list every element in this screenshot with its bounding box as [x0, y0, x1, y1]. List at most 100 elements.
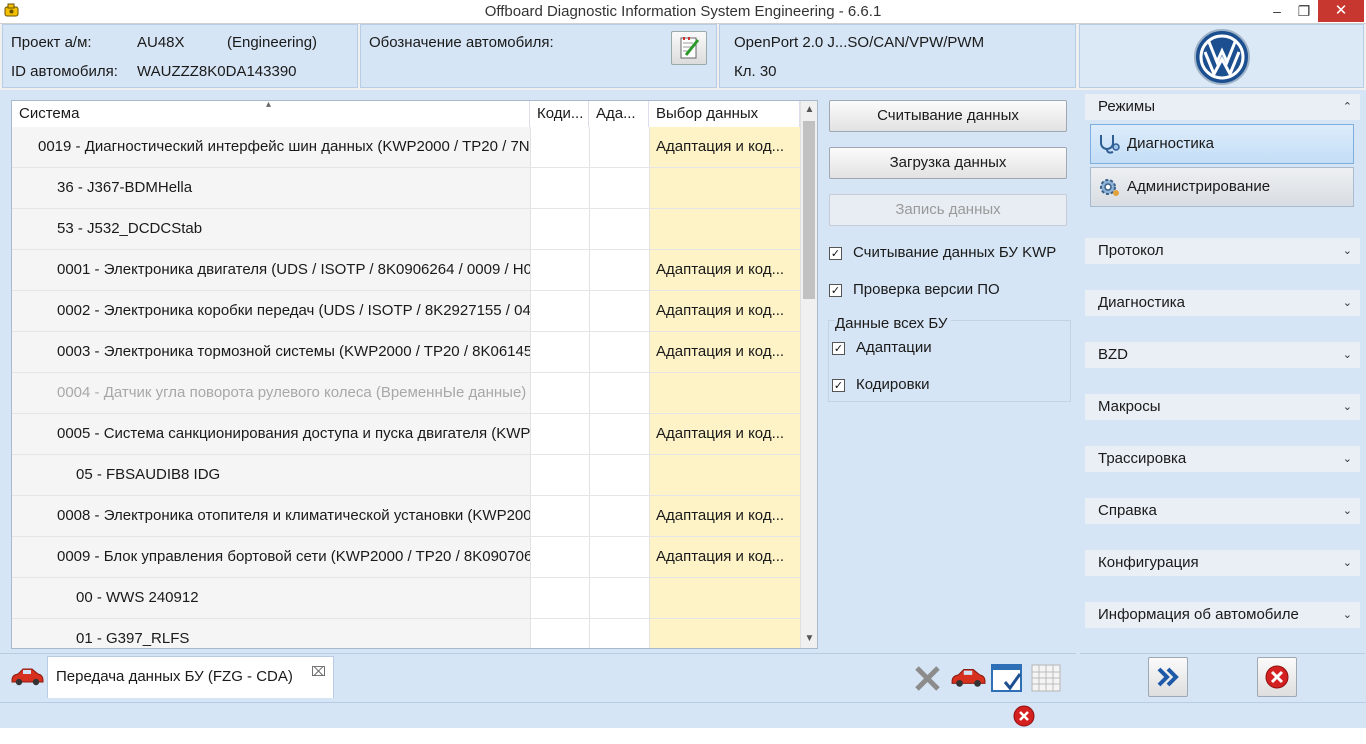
adaptations-checkbox[interactable]: ✓ — [832, 342, 845, 355]
adaptation-cell[interactable] — [589, 209, 649, 249]
column-header-adaptation[interactable]: Ада... — [589, 101, 649, 127]
read-ecu-kwp-checkbox[interactable]: ✓ — [829, 247, 842, 260]
column-header-coding[interactable]: Коди... — [530, 101, 589, 127]
coding-cell[interactable] — [530, 455, 589, 495]
data-selection-cell[interactable] — [649, 209, 800, 249]
adaptation-cell[interactable] — [589, 496, 649, 536]
write-data-button[interactable]: Запись данных — [829, 194, 1067, 226]
coding-cell[interactable] — [530, 373, 589, 413]
data-selection-cell[interactable] — [649, 168, 800, 208]
adaptation-cell[interactable] — [589, 332, 649, 372]
forward-button[interactable] — [1148, 657, 1188, 697]
sidebar-section-header[interactable]: Протокол ⌄ — [1085, 238, 1360, 264]
data-selection-cell[interactable] — [649, 578, 800, 618]
grid-table-icon[interactable] — [1030, 663, 1062, 693]
adaptation-cell[interactable] — [589, 578, 649, 618]
column-header-data-selection[interactable]: Выбор данных — [649, 101, 800, 127]
system-cell: 0001 - Электроника двигателя (UDS / ISOT… — [12, 250, 530, 290]
adaptation-cell[interactable] — [589, 373, 649, 413]
data-selection-cell[interactable]: Адаптация и код... — [649, 496, 800, 536]
adaptation-cell[interactable] — [589, 250, 649, 290]
system-cell: 0003 - Электроника тормозной системы (KW… — [12, 332, 530, 372]
adaptation-cell[interactable] — [589, 291, 649, 331]
data-selection-cell[interactable]: Адаптация и код... — [649, 127, 800, 167]
adaptation-cell[interactable] — [589, 127, 649, 167]
sidebar-section-header[interactable]: Информация об автомобиле ⌄ — [1085, 602, 1360, 628]
column-header-system[interactable]: Система ▴ — [12, 101, 530, 127]
sidebar-section-header[interactable]: Конфигурация ⌄ — [1085, 550, 1360, 576]
coding-cell[interactable] — [530, 537, 589, 577]
cancel-circle-icon — [1265, 665, 1289, 689]
coding-cell[interactable] — [530, 578, 589, 618]
coding-cell[interactable] — [530, 496, 589, 536]
table-row[interactable]: 0001 - Электроника двигателя (UDS / ISOT… — [12, 250, 800, 291]
coding-cell[interactable] — [530, 619, 589, 648]
maximize-button[interactable]: ❐ — [1290, 0, 1318, 22]
vehicle-icon[interactable] — [950, 665, 986, 689]
data-selection-cell[interactable] — [649, 455, 800, 495]
scroll-thumb[interactable] — [803, 121, 815, 299]
read-ecu-kwp-label: Считывание данных БУ KWP — [853, 244, 1057, 261]
read-data-button[interactable]: Считывание данных — [829, 100, 1067, 132]
adaptation-cell[interactable] — [589, 168, 649, 208]
adaptation-cell[interactable] — [589, 537, 649, 577]
mode-diagnostics-button[interactable]: Диагностика — [1090, 124, 1354, 164]
sidebar-section-label: Макросы — [1098, 398, 1161, 415]
data-selection-cell[interactable] — [649, 619, 800, 648]
modes-section-header[interactable]: Режимы ⌃ — [1085, 94, 1360, 120]
error-status-icon[interactable] — [1011, 704, 1037, 728]
vehicle-id-label: ID автомобиля: — [11, 63, 118, 80]
table-row[interactable]: 0004 - Датчик угла поворота рулевого кол… — [12, 373, 800, 414]
adaptation-cell[interactable] — [589, 619, 649, 648]
coding-cell[interactable] — [530, 291, 589, 331]
coding-cell[interactable] — [530, 168, 589, 208]
data-selection-cell[interactable] — [649, 373, 800, 413]
tab-ecu-data-transfer[interactable]: Передача данных БУ (FZG - CDA) ⌧ — [47, 656, 334, 698]
sidebar-section-header[interactable]: BZD ⌄ — [1085, 342, 1360, 368]
sidebar-section-label: BZD — [1098, 346, 1128, 363]
table-row[interactable]: 0005 - Система санкционирования доступа … — [12, 414, 800, 455]
check-sw-version-checkbox[interactable]: ✓ — [829, 284, 842, 297]
table-row[interactable]: 0008 - Электроника отопителя и климатиче… — [12, 496, 800, 537]
sidebar-section-header[interactable]: Макросы ⌄ — [1085, 394, 1360, 420]
close-window-button[interactable]: ✕ — [1318, 0, 1364, 22]
data-selection-cell[interactable]: Адаптация и код... — [649, 291, 800, 331]
mode-administration-button[interactable]: Администрирование — [1090, 167, 1354, 207]
load-data-button[interactable]: Загрузка данных — [829, 147, 1067, 179]
coding-cell[interactable] — [530, 209, 589, 249]
scroll-up-icon[interactable]: ▲ — [801, 101, 817, 119]
coding-cell[interactable] — [530, 250, 589, 290]
table-row[interactable]: 36 - J367-BDMHella — [12, 168, 800, 209]
sidebar-section-header[interactable]: Диагностика ⌄ — [1085, 290, 1360, 316]
checklist-window-icon[interactable] — [990, 662, 1024, 694]
grid-vertical-scrollbar[interactable]: ▲ ▼ — [800, 101, 817, 648]
coding-cell[interactable] — [530, 332, 589, 372]
coding-cell[interactable] — [530, 414, 589, 454]
table-row[interactable]: 05 - FBSAUDIB8 IDG — [12, 455, 800, 496]
tools-icon[interactable] — [912, 663, 944, 693]
coding-cell[interactable] — [530, 127, 589, 167]
table-row[interactable]: 00 - WWS 240912 — [12, 578, 800, 619]
sidebar-section-label: Конфигурация — [1098, 554, 1199, 571]
data-selection-cell[interactable]: Адаптация и код... — [649, 332, 800, 372]
column-header-label: Система — [19, 105, 80, 122]
edit-designation-button[interactable] — [671, 31, 707, 65]
exit-button[interactable] — [1257, 657, 1297, 697]
data-selection-cell[interactable]: Адаптация и код... — [649, 537, 800, 577]
data-selection-cell[interactable]: Адаптация и код... — [649, 414, 800, 454]
minimize-button[interactable]: – — [1264, 0, 1290, 22]
table-row[interactable]: 53 - J532_DCDCStab — [12, 209, 800, 250]
table-row[interactable]: 0002 - Электроника коробки передач (UDS … — [12, 291, 800, 332]
table-row[interactable]: 0019 - Диагностический интерфейс шин дан… — [12, 127, 800, 168]
adaptation-cell[interactable] — [589, 414, 649, 454]
table-row[interactable]: 0003 - Электроника тормозной системы (KW… — [12, 332, 800, 373]
codings-checkbox[interactable]: ✓ — [832, 379, 845, 392]
sidebar-section-header[interactable]: Трассировка ⌄ — [1085, 446, 1360, 472]
close-tab-icon[interactable]: ⌧ — [311, 653, 326, 693]
data-selection-cell[interactable]: Адаптация и код... — [649, 250, 800, 290]
sidebar-section-header[interactable]: Справка ⌄ — [1085, 498, 1360, 524]
scroll-down-icon[interactable]: ▼ — [801, 630, 817, 648]
adaptation-cell[interactable] — [589, 455, 649, 495]
table-row[interactable]: 01 - G397_RLFS — [12, 619, 800, 648]
table-row[interactable]: 0009 - Блок управления бортовой сети (KW… — [12, 537, 800, 578]
